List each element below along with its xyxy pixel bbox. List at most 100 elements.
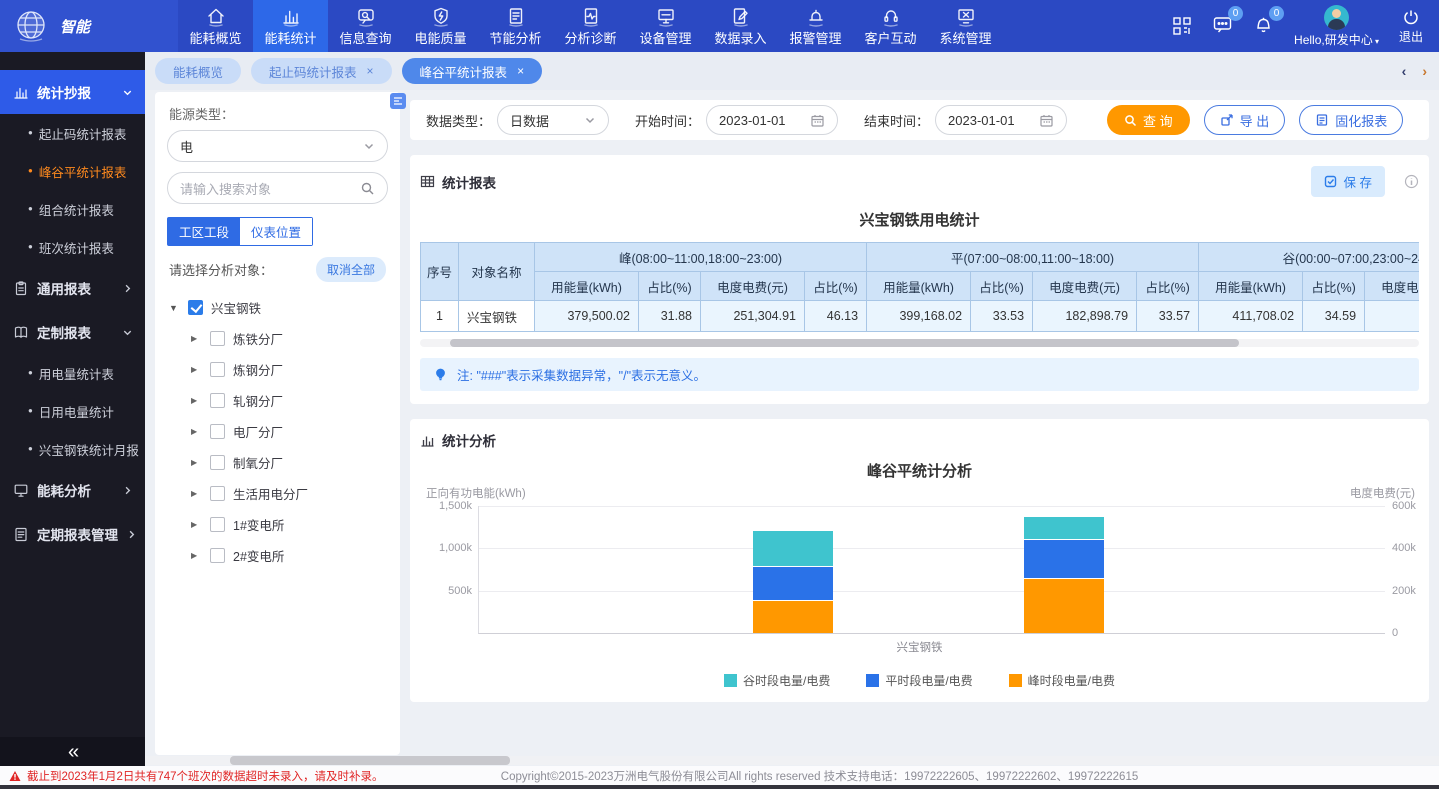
brand-text: 智能 xyxy=(60,16,90,37)
tree-checkbox[interactable] xyxy=(188,300,203,315)
data-type-select[interactable]: 日数据 xyxy=(497,105,609,135)
tab-起止码统计报表[interactable]: 起止码统计报表× xyxy=(251,58,392,84)
object-mode-tabs: 工区工段 仪表位置 xyxy=(167,217,313,246)
sidebar-item-用电量统计表[interactable]: ●用电量统计表 xyxy=(0,354,145,392)
nav-item-info-query[interactable]: 信息查询 xyxy=(328,0,403,52)
sidebar-item-峰谷平统计报表[interactable]: ●峰谷平统计报表 xyxy=(0,152,145,190)
alerts-button[interactable]: 0 xyxy=(1253,14,1274,38)
legend-item[interactable]: 谷时段电量/电费 xyxy=(724,672,830,689)
tree-checkbox[interactable] xyxy=(210,362,225,377)
tree-checkbox[interactable] xyxy=(210,486,225,501)
sidebar-group-custom-reports[interactable]: 定制报表 xyxy=(0,310,145,354)
end-date-input[interactable]: 2023-01-01 xyxy=(935,105,1067,135)
nav-item-energy-statistics[interactable]: 能耗统计 xyxy=(253,0,328,52)
caret-right-icon[interactable]: ▶ xyxy=(191,365,202,374)
tree-checkbox[interactable] xyxy=(210,517,225,532)
start-date-input[interactable]: 2023-01-01 xyxy=(706,105,838,135)
start-time-label: 开始时间： xyxy=(635,111,700,130)
nav-item-analysis-diagnosis[interactable]: 分析诊断 xyxy=(553,0,628,52)
col-sub-header: 用能量(kWh) xyxy=(867,272,971,301)
analysis-section-title: 统计分析 xyxy=(442,430,496,450)
tree-checkbox[interactable] xyxy=(210,455,225,470)
messages-button[interactable]: 0 xyxy=(1212,14,1233,38)
table-scrollbar-thumb[interactable] xyxy=(450,339,1239,347)
nav-item-power-quality[interactable]: 电能质量 xyxy=(403,0,478,52)
sidebar-group-general-reports[interactable]: 通用报表 xyxy=(0,266,145,310)
save-button-label: 保 存 xyxy=(1344,172,1372,191)
tab-work-section[interactable]: 工区工段 xyxy=(168,218,240,245)
nav-item-data-entry[interactable]: 数据录入 xyxy=(703,0,778,52)
nav-item-label: 报警管理 xyxy=(789,28,841,47)
col-sub-header: 占比(%) xyxy=(1303,272,1365,301)
caret-down-icon[interactable]: ▼ xyxy=(169,303,180,313)
nav-item-customer-interaction[interactable]: 客户互动 xyxy=(853,0,928,52)
sidebar-group-stats-reporting[interactable]: 统计抄报 xyxy=(0,70,145,114)
tree-node-制氧分厂[interactable]: ▶制氧分厂 xyxy=(167,447,388,478)
legend-swatch-icon xyxy=(866,674,879,687)
sidebar-item-日用电量统计[interactable]: ●日用电量统计 xyxy=(0,392,145,430)
save-button[interactable]: 保 存 xyxy=(1311,166,1385,197)
energy-type-label: 能源类型： xyxy=(169,104,388,123)
object-tree: ▼兴宝钢铁▶炼铁分厂▶炼钢分厂▶轧钢分厂▶电厂分厂▶制氧分厂▶生活用电分厂▶1#… xyxy=(167,292,388,571)
sidebar-item-班次统计报表[interactable]: ●班次统计报表 xyxy=(0,228,145,266)
sidebar-item-兴宝钢铁统计月报[interactable]: ●兴宝钢铁统计月报 xyxy=(0,430,145,468)
nav-item-alarm-management[interactable]: 报警管理 xyxy=(778,0,853,52)
nav-item-system-management[interactable]: 系统管理 xyxy=(928,0,1003,52)
tree-node-炼铁分厂[interactable]: ▶炼铁分厂 xyxy=(167,323,388,354)
legend-item[interactable]: 峰时段电量/电费 xyxy=(1009,672,1115,689)
nav-item-energy-overview[interactable]: 能耗概览 xyxy=(178,0,253,52)
tab-scroll-left-icon[interactable]: ‹ xyxy=(1402,63,1407,79)
sidebar-collapse-button[interactable]: « xyxy=(0,737,145,767)
query-button[interactable]: 查 询 xyxy=(1107,105,1190,135)
sidebar-group-energy-analysis[interactable]: 能耗分析 xyxy=(0,468,145,512)
tab-close-icon[interactable]: × xyxy=(367,65,374,77)
logout-button[interactable]: 退出 xyxy=(1399,8,1423,45)
caret-right-icon[interactable]: ▶ xyxy=(191,551,202,560)
tree-checkbox[interactable] xyxy=(210,424,225,439)
tree-node-1#变电所[interactable]: ▶1#变电所 xyxy=(167,509,388,540)
tree-node-root[interactable]: ▼兴宝钢铁 xyxy=(167,292,388,323)
caret-right-icon[interactable]: ▶ xyxy=(191,427,202,436)
tree-checkbox[interactable] xyxy=(210,393,225,408)
book-icon xyxy=(13,324,29,340)
export-button-label: 导 出 xyxy=(1240,111,1270,130)
object-search-input[interactable]: 请输入搜索对象 xyxy=(167,172,388,204)
search-icon[interactable] xyxy=(360,181,375,196)
cancel-all-button[interactable]: 取消全部 xyxy=(316,257,386,282)
tab-close-icon[interactable]: × xyxy=(517,65,524,77)
sidebar-item-label: 峰谷平统计报表 xyxy=(39,162,127,181)
nav-item-device-management[interactable]: 设备管理 xyxy=(628,0,703,52)
sidebar-item-组合统计报表[interactable]: ●组合统计报表 xyxy=(0,190,145,228)
qrcode-icon[interactable] xyxy=(1172,16,1192,36)
tab-能耗概览[interactable]: 能耗概览 xyxy=(155,58,241,84)
tab-meter-location[interactable]: 仪表位置 xyxy=(240,218,312,245)
tab-峰谷平统计报表[interactable]: 峰谷平统计报表× xyxy=(402,58,543,84)
nav-item-energy-saving-analysis[interactable]: 节能分析 xyxy=(478,0,553,52)
sidebar-item-起止码统计报表[interactable]: ●起止码统计报表 xyxy=(0,114,145,152)
caret-right-icon[interactable]: ▶ xyxy=(191,489,202,498)
tree-node-电厂分厂[interactable]: ▶电厂分厂 xyxy=(167,416,388,447)
doc-icon xyxy=(13,526,29,542)
tree-checkbox[interactable] xyxy=(210,331,225,346)
user-menu[interactable]: Hello,研发中心 ▾ xyxy=(1294,5,1379,48)
right-axis-label: 电度电费(元) xyxy=(1350,485,1415,501)
legend-item[interactable]: 平时段电量/电费 xyxy=(866,672,972,689)
tree-node-生活用电分厂[interactable]: ▶生活用电分厂 xyxy=(167,478,388,509)
tree-checkbox[interactable] xyxy=(210,548,225,563)
caret-right-icon[interactable]: ▶ xyxy=(191,334,202,343)
tree-node-轧钢分厂[interactable]: ▶轧钢分厂 xyxy=(167,385,388,416)
caret-right-icon[interactable]: ▶ xyxy=(191,520,202,529)
energy-type-select[interactable]: 电 xyxy=(167,130,388,162)
caret-right-icon[interactable]: ▶ xyxy=(191,458,202,467)
bullet-icon: ● xyxy=(28,243,33,251)
caret-right-icon[interactable]: ▶ xyxy=(191,396,202,405)
info-icon[interactable] xyxy=(1404,174,1419,189)
solidify-report-button[interactable]: 固化报表 xyxy=(1299,105,1403,135)
export-button[interactable]: 导 出 xyxy=(1204,105,1286,135)
tree-node-2#变电所[interactable]: ▶2#变电所 xyxy=(167,540,388,571)
page-scrollbar-thumb[interactable] xyxy=(230,756,510,765)
tab-scroll-right-icon[interactable]: › xyxy=(1422,63,1427,79)
sidebar-group-periodic-report-management[interactable]: 定期报表管理 xyxy=(0,512,145,556)
tree-node-炼钢分厂[interactable]: ▶炼钢分厂 xyxy=(167,354,388,385)
collapse-filter-panel-icon[interactable] xyxy=(390,93,406,109)
